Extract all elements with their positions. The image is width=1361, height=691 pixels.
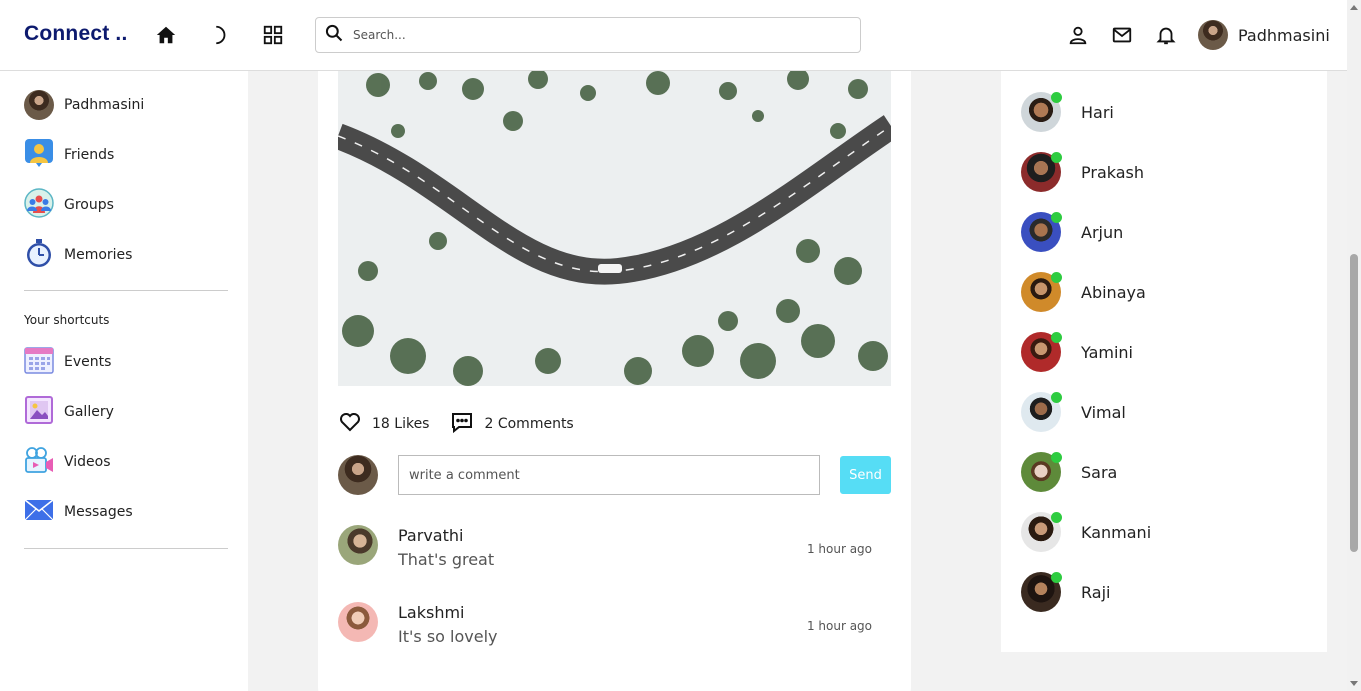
sidebar-item-label: Friends bbox=[64, 147, 115, 163]
avatar bbox=[338, 602, 378, 642]
comments-button[interactable]: 2 Comments bbox=[450, 410, 574, 438]
sidebar-item-memories[interactable]: Memories bbox=[24, 238, 133, 272]
home-icon[interactable] bbox=[154, 23, 178, 47]
friend-name: Kanmani bbox=[1081, 522, 1152, 542]
page-scrollbar[interactable] bbox=[1347, 0, 1361, 691]
online-friend[interactable]: Kanmani bbox=[1021, 512, 1151, 552]
sidebar-item-label: Events bbox=[64, 354, 112, 370]
moon-icon[interactable] bbox=[207, 23, 231, 47]
envelope-icon bbox=[24, 495, 54, 529]
sidebar-item-label: Gallery bbox=[64, 404, 114, 420]
comment-icon bbox=[450, 410, 474, 438]
online-status-dot bbox=[1051, 332, 1062, 343]
send-button[interactable]: Send bbox=[840, 456, 891, 494]
sidebar-divider bbox=[24, 548, 228, 549]
sidebar-item-videos[interactable]: Videos bbox=[24, 447, 111, 477]
comment-time: 1 hour ago bbox=[806, 542, 872, 556]
comment-time: 1 hour ago bbox=[806, 619, 872, 633]
sidebar-item-profile[interactable]: Padhmasini bbox=[24, 90, 144, 120]
app-logo[interactable]: Connect .. bbox=[24, 22, 128, 46]
friend-name: Yamini bbox=[1081, 342, 1133, 362]
online-status-dot bbox=[1051, 92, 1062, 103]
scroll-down-arrow[interactable] bbox=[1350, 681, 1358, 686]
post-actions: 18 Likes 2 Comments bbox=[338, 410, 574, 438]
like-button[interactable]: 18 Likes bbox=[338, 410, 429, 438]
online-friend[interactable]: Vimal bbox=[1021, 392, 1126, 432]
friend-name: Raji bbox=[1081, 582, 1111, 602]
grid-icon[interactable] bbox=[261, 23, 285, 47]
post-image[interactable] bbox=[338, 71, 891, 386]
friend-name: Hari bbox=[1081, 102, 1114, 122]
comment-item: Parvathi That's great 1 hour ago bbox=[338, 525, 872, 569]
friend-name: Prakash bbox=[1081, 162, 1145, 182]
online-friends-panel: Hari Prakash Arjun Abinaya Yamini Vimal … bbox=[1001, 40, 1327, 652]
heart-icon bbox=[338, 410, 362, 438]
left-sidebar: Padhmasini Friends Groups Memories Your … bbox=[0, 71, 248, 691]
comment-item: Lakshmi It's so lovely 1 hour ago bbox=[338, 602, 872, 646]
online-friend[interactable]: Hari bbox=[1021, 92, 1114, 132]
post-card: 18 Likes 2 Comments Send Parvathi That's… bbox=[318, 40, 911, 691]
online-friend[interactable]: Raji bbox=[1021, 572, 1110, 612]
search-input[interactable] bbox=[353, 28, 833, 42]
online-status-dot bbox=[1051, 272, 1062, 283]
avatar bbox=[1198, 20, 1228, 50]
friend-name: Arjun bbox=[1081, 222, 1124, 242]
sidebar-item-friends[interactable]: Friends bbox=[24, 138, 115, 172]
gallery-icon bbox=[24, 395, 54, 429]
sidebar-item-label: Memories bbox=[64, 247, 133, 263]
sidebar-item-events[interactable]: Events bbox=[24, 347, 111, 377]
sidebar-item-gallery[interactable]: Gallery bbox=[24, 395, 114, 429]
sidebar-item-groups[interactable]: Groups bbox=[24, 188, 114, 222]
online-friend[interactable]: Abinaya bbox=[1021, 272, 1146, 312]
avatar bbox=[24, 90, 54, 120]
sidebar-divider bbox=[24, 290, 228, 291]
online-status-dot bbox=[1051, 212, 1062, 223]
friend-name: Vimal bbox=[1081, 402, 1126, 422]
nav-user-profile[interactable]: Padhmasini bbox=[1198, 20, 1330, 50]
online-status-dot bbox=[1051, 392, 1062, 403]
comment-input[interactable] bbox=[398, 455, 820, 495]
top-navbar: Connect .. Padhmasini bbox=[0, 0, 1347, 71]
comments-count: 2 Comments bbox=[484, 416, 574, 432]
search-icon bbox=[324, 23, 344, 47]
comment-text: It's so lovely bbox=[398, 627, 498, 646]
comment-composer: Send bbox=[338, 455, 891, 495]
scroll-up-arrow[interactable] bbox=[1350, 5, 1358, 10]
online-friend[interactable]: Sara bbox=[1021, 452, 1117, 492]
calendar-icon bbox=[24, 345, 54, 379]
sidebar-item-messages[interactable]: Messages bbox=[24, 497, 133, 527]
comment-author: Lakshmi bbox=[398, 603, 465, 622]
friend-name: Abinaya bbox=[1081, 282, 1146, 302]
friends-icon bbox=[24, 138, 54, 172]
online-status-dot bbox=[1051, 572, 1062, 583]
sidebar-item-label: Groups bbox=[64, 197, 114, 213]
comment-author: Parvathi bbox=[398, 526, 464, 545]
online-friend[interactable]: Yamini bbox=[1021, 332, 1133, 372]
search-bar bbox=[315, 17, 861, 53]
sidebar-item-label: Padhmasini bbox=[64, 97, 145, 113]
online-friend[interactable]: Prakash bbox=[1021, 152, 1144, 192]
online-friend[interactable]: Arjun bbox=[1021, 212, 1123, 252]
sidebar-item-label: Messages bbox=[64, 504, 133, 520]
stopwatch-icon bbox=[24, 238, 54, 272]
online-status-dot bbox=[1051, 452, 1062, 463]
nav-user-name: Padhmasini bbox=[1238, 25, 1330, 45]
bell-icon[interactable] bbox=[1154, 23, 1178, 47]
groups-icon bbox=[24, 188, 54, 222]
friend-name: Sara bbox=[1081, 462, 1118, 482]
scrollbar-thumb[interactable] bbox=[1350, 254, 1358, 552]
online-status-dot bbox=[1051, 152, 1062, 163]
person-icon[interactable] bbox=[1066, 23, 1090, 47]
avatar bbox=[338, 455, 378, 495]
mail-icon[interactable] bbox=[1110, 23, 1134, 47]
sidebar-item-label: Videos bbox=[64, 454, 111, 470]
avatar bbox=[338, 525, 378, 565]
online-status-dot bbox=[1051, 512, 1062, 523]
shortcuts-title: Your shortcuts bbox=[24, 313, 110, 327]
video-icon bbox=[24, 445, 54, 479]
comment-text: That's great bbox=[398, 550, 495, 569]
likes-count: 18 Likes bbox=[372, 416, 430, 432]
